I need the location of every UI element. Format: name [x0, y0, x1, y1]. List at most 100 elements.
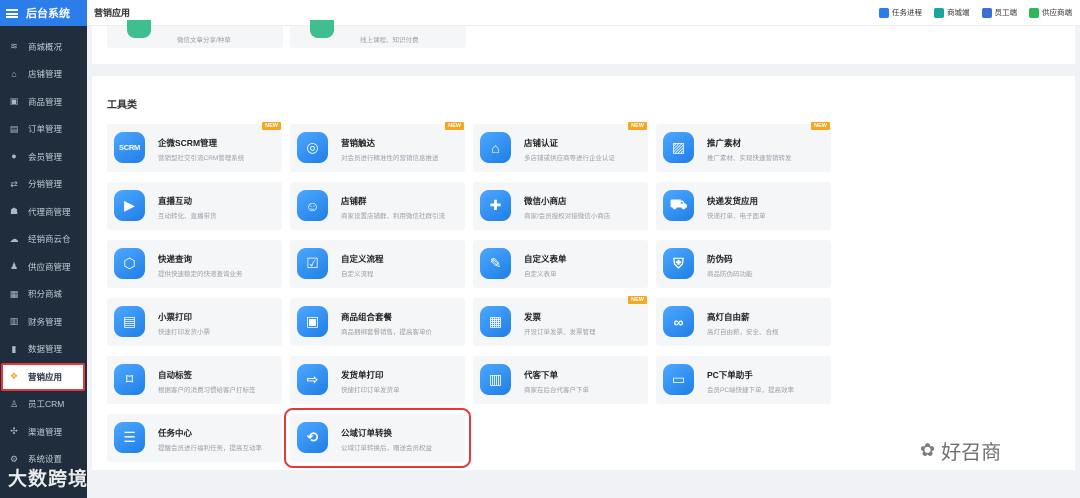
sidebar-item-cloud[interactable]: ☁ 经销商云仓 [0, 226, 87, 254]
sidebar-item-label: 财务管理 [28, 316, 63, 327]
sidebar-item-label: 数据管理 [28, 344, 63, 355]
app-tile[interactable]: ✎ 自定义表单 自定义表单 [473, 240, 648, 288]
tile-name: 自定义表单 [524, 254, 567, 264]
sidebar-item-order[interactable]: ▤ 订单管理 [0, 116, 87, 144]
tile-desc: 多店铺或供应商等进行企业认证 [524, 155, 615, 162]
shield-icon: ⛨ [663, 248, 694, 279]
channel-icon: ✣ [10, 426, 18, 437]
supplier-icon: ♟ [9, 261, 19, 272]
app-tile[interactable]: ☑ 自定义流程 自定义流程 [290, 240, 465, 288]
tile-name: 店铺认证 [524, 138, 559, 148]
app-tile[interactable]: ▨ 推广素材 推广素材、实现快速营销转发 NEW [656, 122, 831, 172]
header-links: 任务进程 商城端 员工端 供应商端 [867, 7, 1072, 18]
sidebar-item-apps[interactable]: ❖ 营销应用 [1, 363, 85, 391]
app-tile[interactable]: ⇨ 发货单打印 快捷打印订单发货单 [290, 356, 465, 404]
flow-icon: ☑ [297, 248, 328, 279]
sidebar-item-member[interactable]: ● 会员管理 [0, 143, 87, 171]
app-tile[interactable]: ⛨ 防伪码 商品防伪码功能 [656, 240, 831, 288]
sidebar-item-agent[interactable]: ☗ 代理商管理 [0, 198, 87, 226]
tile-desc: 微信文章分享/种草 [177, 37, 231, 44]
sidebar-item-chart[interactable]: ▮ 数据管理 [0, 336, 87, 364]
app-tile[interactable]: SCRM 企微SCRM管理 营销型社交引流CRM管理系统 NEW [107, 122, 282, 172]
order-convert-icon: ⟲ [297, 422, 328, 453]
printer-icon: ▤ [114, 306, 145, 337]
header-link-qrcode[interactable]: 商城端 [934, 7, 970, 18]
cloud-icon: ☁ [9, 233, 19, 244]
monitor-icon: ▭ [663, 364, 694, 395]
article-icon [127, 20, 151, 38]
tile-desc: 商家/会员授权对接微信小商店 [524, 213, 611, 220]
tile-name: 微信小商店 [524, 196, 567, 206]
sidebar-item-points[interactable]: ▦ 积分商城 [0, 281, 87, 309]
app-tile[interactable]: ⌂ 店铺认证 多店铺或供应商等进行企业认证 NEW [473, 122, 648, 172]
sidebar-item-label: 员工CRM [28, 399, 65, 410]
header-link-label: 供应商端 [1042, 8, 1072, 17]
tile-name: PC下单助手 [707, 370, 753, 380]
sidebar: 后台系统 ≋ 商城概况 ⌂ 店铺管理 ▣ 商品管理 ▤ 订单管理 ● 会员管理 ⇄ 分销管理 ☗ 代理商管… [0, 0, 87, 498]
app-tile[interactable]: ☺ 店铺群商家设置店铺群、利用微信社群引流 [290, 182, 465, 230]
sidebar-item-label: 代理商管理 [28, 206, 71, 217]
sidebar-item-distribution[interactable]: ⇄ 分销管理 [0, 171, 87, 199]
app-tile[interactable]: ⟲ 公域订单转换 公域订单转换后，赠送会员权益 [284, 408, 471, 468]
header-link-bell[interactable]: 任务进程 [879, 7, 922, 18]
tile-desc: 商品捆绑套餐销售，提高客单价 [341, 329, 432, 336]
wallet-icon: ▥ [9, 316, 19, 327]
hamburger-menu-icon[interactable] [6, 8, 18, 18]
brand[interactable]: 后台系统 [0, 0, 87, 26]
sidebar-item-shop[interactable]: ⌂ 店铺管理 [0, 61, 87, 89]
proxy-order-icon: ▥ [480, 364, 511, 395]
header-link-label: 商城端 [947, 8, 970, 17]
tile-desc: 商家在后台代客户下单 [524, 387, 589, 394]
store-icon: ⌂ [480, 132, 511, 163]
app-tile-partial[interactable]: 线上课程、知识付费 [290, 20, 466, 48]
new-badge: NEW [262, 122, 281, 130]
tile-desc: 会员PC端快捷下单，提高效率 [707, 387, 795, 394]
group-chat-icon: ☺ [297, 190, 328, 221]
app-tile[interactable]: ▤ 小票打印 快速打印发货小票 [107, 298, 282, 346]
page-title: 营销应用 [94, 8, 131, 18]
app-tile[interactable]: ∞ 高灯自由薪 高灯自由薪，安全、合规 [656, 298, 831, 346]
header-link-supplier-end[interactable]: 供应商端 [1029, 7, 1072, 18]
sidebar-item-wallet[interactable]: ▥ 财务管理 [0, 308, 87, 336]
image-icon: ▨ [663, 132, 694, 163]
app-tile[interactable]: ⌑ 自动标签 根据客户的消费习惯给客户打标签 [107, 356, 282, 404]
truck-icon: ⛟ [663, 190, 694, 221]
sidebar-item-label: 商城概况 [28, 41, 63, 52]
sidebar-item-supplier[interactable]: ♟ 供应商管理 [0, 253, 87, 281]
app-tile-partial[interactable]: 微信文章分享/种草 [107, 20, 283, 48]
bundle-icon: ▣ [297, 306, 328, 337]
app-tile[interactable]: ▣ 商品组合套餐 商品捆绑套餐销售，提高客单价 [290, 298, 465, 346]
sidebar-item-label: 会员管理 [28, 151, 63, 162]
app-tile[interactable]: ▦ 发票 开设订单发票、发票管理 NEW [473, 296, 648, 346]
app-tile[interactable]: ▶ 直播互动 互动转化、直播带货 [107, 182, 282, 230]
brand-title: 后台系统 [26, 8, 70, 20]
sidebar-item-crm[interactable]: ♙ 员工CRM [0, 391, 87, 419]
app-tile[interactable]: ⬡ 快递查询 提供快速稳定的快递查询业务 [107, 240, 282, 288]
tile-desc: 自定义表单 [524, 271, 557, 278]
sidebar-item-layers[interactable]: ≋ 商城概况 [0, 33, 87, 61]
sidebar-menu: ≋ 商城概况 ⌂ 店铺管理 ▣ 商品管理 ▤ 订单管理 ● 会员管理 ⇄ 分销管理 ☗ 代理商管理 ☁ 经销商… [0, 26, 87, 473]
app-tile[interactable]: ▭ PC下单助手会员PC端快捷下单，提高效率 [656, 356, 831, 404]
sidebar-item-label: 分销管理 [28, 179, 63, 190]
app-tile[interactable]: ◎ 营销触达 对会员进行精准性的营销信息推送 NEW [290, 122, 465, 172]
previous-section-card: 微信文章分享/种草 线上课程、知识付费 [92, 20, 1075, 64]
tile-desc: 高灯自由薪，安全、合规 [707, 329, 779, 336]
invoice-icon: ▦ [480, 306, 511, 337]
tile-desc: 公域订单转换后，赠送会员权益 [341, 445, 432, 452]
app-tile[interactable]: ☰ 任务中心 提醒会员进行福利任务，提高互动率 [107, 414, 282, 462]
header-link-staff[interactable]: 员工端 [981, 7, 1017, 18]
app-tile[interactable]: ▥ 代客下单 商家在后台代客户下单 [473, 356, 648, 404]
tile-name: 店铺群 [341, 196, 367, 206]
staff-icon [981, 7, 992, 18]
tile-desc: 商家设置店铺群、利用微信社群引流 [341, 213, 445, 220]
layers-icon: ≋ [10, 41, 18, 52]
supplier-end-icon [1029, 7, 1039, 18]
tile-desc: 营销型社交引流CRM管理系统 [158, 155, 245, 162]
scrm-icon: SCRM [114, 132, 145, 163]
sidebar-item-channel[interactable]: ✣ 渠道管理 [0, 418, 87, 446]
sidebar-item-box[interactable]: ▣ 商品管理 [0, 88, 87, 116]
tile-name: 快递发货应用 [707, 196, 759, 206]
tile-name: 自定义流程 [341, 254, 384, 264]
app-tile[interactable]: ⛟ 快递发货应用 快递打单、电子面单 [656, 182, 831, 230]
app-tile[interactable]: ✚ 微信小商店 商家/会员授权对接微信小商店 [473, 182, 648, 230]
